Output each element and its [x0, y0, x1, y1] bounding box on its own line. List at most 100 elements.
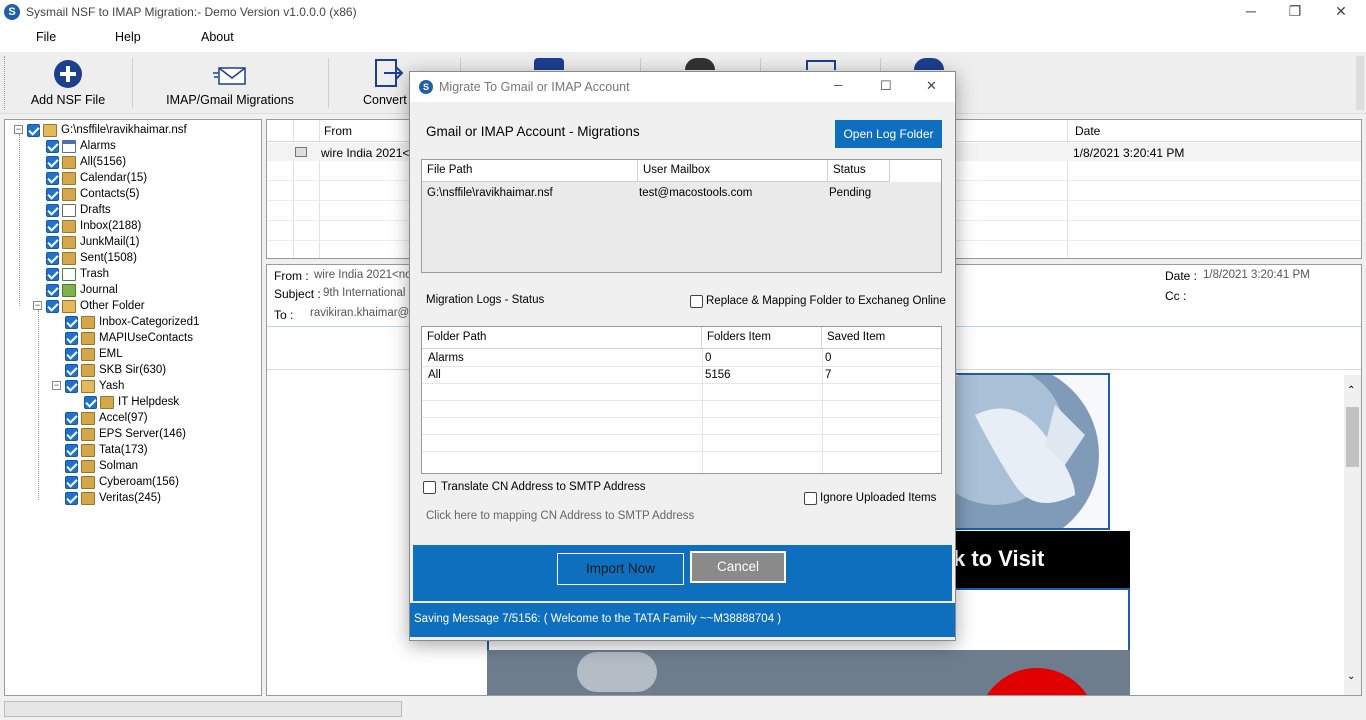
replace-mapping-checkbox[interactable]: [690, 295, 703, 308]
toolbar-scrollbar[interactable]: [1356, 56, 1364, 110]
tree-item-veritas[interactable]: Veritas(245): [65, 490, 161, 506]
tree-item-contacts[interactable]: Contacts(5): [46, 186, 139, 202]
tree-item-eps-server[interactable]: EPS Server(146): [65, 426, 186, 442]
tree-item-sent[interactable]: Sent(1508): [46, 250, 137, 266]
checkbox-icon[interactable]: [46, 139, 59, 153]
checkbox-icon[interactable]: [65, 427, 78, 441]
checkbox-icon[interactable]: [65, 347, 78, 361]
checkbox-icon[interactable]: [84, 395, 97, 409]
column-header-from[interactable]: From: [324, 124, 352, 138]
tree-item-cyberoam[interactable]: Cyberoam(156): [65, 474, 179, 490]
log-grid[interactable]: Folder Path Folders Item Saved Item Alar…: [421, 326, 942, 474]
open-log-folder-button[interactable]: Open Log Folder: [835, 120, 942, 148]
checkbox-icon[interactable]: [46, 283, 59, 297]
convert-button[interactable]: Convert: [356, 52, 416, 114]
maximize-button[interactable]: ❐: [1272, 0, 1318, 24]
imap-gmail-button[interactable]: IMAP/Gmail Migrations: [160, 52, 300, 114]
add-nsf-button[interactable]: Add NSF File: [20, 52, 116, 114]
collapse-toggle[interactable]: −: [33, 301, 42, 310]
checkbox-icon[interactable]: [65, 315, 78, 329]
tree-item-label: Inbox-Categorized1: [99, 316, 200, 328]
collapse-toggle[interactable]: −: [52, 381, 61, 390]
exit-icon[interactable]: [914, 58, 944, 70]
user-icon[interactable]: [685, 58, 715, 70]
checkbox-icon[interactable]: [46, 155, 59, 169]
scroll-up-icon[interactable]: ⌃: [1347, 385, 1355, 396]
cancel-button[interactable]: Cancel: [690, 551, 786, 583]
checkbox-icon[interactable]: [46, 219, 59, 233]
close-button[interactable]: ✕: [1318, 0, 1364, 24]
mapping-cn-link[interactable]: Click here to mapping CN Address to SMTP…: [426, 510, 694, 522]
checkbox-icon[interactable]: [65, 491, 78, 505]
dialog-minimize-button[interactable]: ─: [834, 78, 843, 92]
tree-item-skb-sir[interactable]: SKB Sir(630): [65, 362, 166, 378]
checkbox-icon[interactable]: [46, 203, 59, 217]
checkbox-icon[interactable]: [65, 443, 78, 457]
col-status[interactable]: Status: [828, 160, 890, 182]
form-icon[interactable]: [806, 60, 836, 70]
col-user-mailbox[interactable]: User Mailbox: [638, 160, 828, 182]
checkbox-icon[interactable]: [46, 187, 59, 201]
menu-about[interactable]: About: [201, 30, 234, 44]
tree-item-junkmail[interactable]: JunkMail(1): [46, 234, 139, 250]
tree-item-yash[interactable]: Yash: [65, 378, 124, 394]
tree-item-mapiusecontacts[interactable]: MAPIUseContacts: [65, 330, 193, 346]
folder-tree[interactable]: − G:\nsffile\ravikhaimar.nsf Alarms All(…: [4, 119, 262, 696]
log-saved-item-cell: 0: [825, 352, 832, 364]
translate-cn-checkbox[interactable]: [423, 481, 436, 494]
checkbox-icon[interactable]: [46, 235, 59, 249]
import-now-button[interactable]: Import Now: [557, 553, 684, 585]
log-folder-cell: Alarms: [428, 352, 464, 364]
checkbox-icon[interactable]: [65, 363, 78, 377]
col-file-path[interactable]: File Path: [422, 160, 638, 182]
checkbox-icon[interactable]: [65, 411, 78, 425]
checkbox-icon[interactable]: [27, 123, 40, 137]
windows-icon[interactable]: [534, 58, 564, 70]
tree-item-journal[interactable]: Journal: [46, 282, 118, 298]
tree-item-accel[interactable]: Accel(97): [65, 410, 148, 426]
tree-item-label: Calendar(15): [80, 172, 148, 184]
col-folders-item[interactable]: Folders Item: [702, 327, 822, 349]
checkbox-icon[interactable]: [46, 267, 59, 281]
checkbox-icon[interactable]: [65, 379, 78, 393]
visit-banner[interactable]: k to Visit: [953, 531, 1130, 588]
checkbox-icon[interactable]: [65, 475, 78, 489]
tree-item-tata[interactable]: Tata(173): [65, 442, 148, 458]
scroll-down-icon[interactable]: ⌄: [1347, 671, 1355, 682]
column-divider: [1067, 120, 1068, 258]
checkbox-icon[interactable]: [65, 459, 78, 473]
tree-item-calendar[interactable]: Calendar(15): [46, 170, 147, 186]
dialog-maximize-button[interactable]: ☐: [880, 78, 892, 94]
tree-item-trash[interactable]: Trash: [46, 266, 109, 282]
ignore-uploaded-checkbox[interactable]: [804, 492, 817, 505]
checkbox-icon[interactable]: [46, 251, 59, 265]
preview-scrollbar[interactable]: ⌃ ⌄: [1344, 375, 1361, 695]
menu-file[interactable]: File: [36, 30, 56, 44]
file-path-cell: G:\nsffile\ravikhaimar.nsf: [427, 187, 553, 199]
folder-icon: [81, 475, 95, 489]
tree-item-drafts[interactable]: Drafts: [46, 202, 111, 218]
col-saved-item[interactable]: Saved Item: [822, 327, 941, 349]
mail-icon: [213, 67, 246, 85]
col-folder-path[interactable]: Folder Path: [422, 327, 702, 349]
tree-item-solman[interactable]: Solman: [65, 458, 138, 474]
checkbox-icon[interactable]: [46, 171, 59, 185]
folder-icon: [81, 427, 95, 441]
tree-item-inbox[interactable]: Inbox(2188): [46, 218, 141, 234]
tree-item-alarms[interactable]: Alarms: [46, 138, 116, 154]
tree-item-all[interactable]: All(5156): [46, 154, 126, 170]
file-grid[interactable]: File Path User Mailbox Status G:\nsffile…: [421, 159, 942, 273]
tree-item-eml[interactable]: EML: [65, 346, 123, 362]
tree-item-inbox-categorized[interactable]: Inbox-Categorized1: [65, 314, 199, 330]
tree-root[interactable]: G:\nsffile\ravikhaimar.nsf: [27, 122, 187, 138]
minimize-button[interactable]: ─: [1228, 0, 1274, 24]
collapse-toggle[interactable]: −: [14, 125, 23, 134]
menu-help[interactable]: Help: [115, 30, 141, 44]
dialog-close-button[interactable]: ✕: [926, 78, 937, 94]
column-header-date[interactable]: Date: [1075, 124, 1100, 138]
checkbox-icon[interactable]: [46, 299, 59, 313]
tree-item-other-folder[interactable]: Other Folder: [46, 298, 145, 314]
checkbox-icon[interactable]: [65, 331, 78, 345]
tree-item-it-helpdesk[interactable]: IT Helpdesk: [84, 394, 179, 410]
scroll-thumb[interactable]: [1346, 407, 1359, 467]
